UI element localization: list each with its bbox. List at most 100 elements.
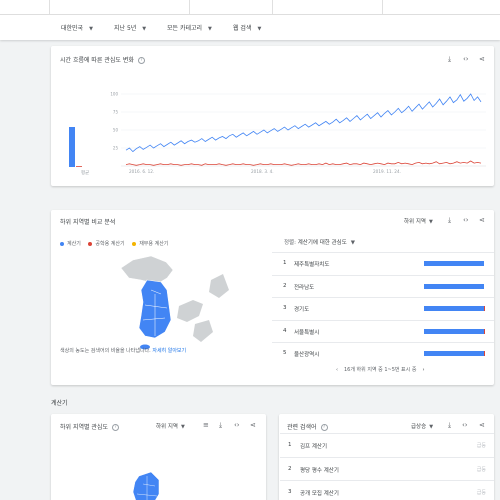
chevron-down-icon: ▼ — [181, 424, 185, 430]
region-name: 전라남도 — [294, 284, 315, 291]
legend-item: 재무용 계산기 — [132, 241, 168, 247]
period-filter[interactable]: 지난 5년 ▼ — [114, 23, 146, 32]
embed-icon[interactable]: ‹› — [234, 421, 240, 429]
list-item[interactable]: 2 평당 평수 계산기 급등 — [280, 456, 494, 482]
table-row[interactable]: 4 서울특별시 — [272, 319, 494, 342]
rank-number: 5 — [283, 350, 287, 356]
top-cell — [273, 0, 383, 15]
region-name: 경기도 — [294, 307, 310, 313]
rank-number: 2 — [288, 465, 292, 472]
help-icon[interactable]: ? — [111, 424, 119, 431]
average-label: 평균 — [81, 169, 89, 176]
subregion-interest-card: 하위 지역별 관심도? 하위 지역 ▼ ≡ ⤓ ‹› ⋖ — [51, 414, 266, 500]
related-dropdown[interactable]: 급상승 ▼ — [411, 422, 433, 430]
query-name: 평당 평수 계산기 — [300, 467, 339, 474]
query-value: 급등 — [476, 466, 486, 473]
search-type-filter[interactable]: 웹 검색 ▼ — [233, 23, 261, 32]
share-icon[interactable]: ⋖ — [250, 421, 256, 429]
embed-icon[interactable]: ‹› — [462, 421, 468, 429]
table-row[interactable]: 1 제주특별자치도 — [272, 252, 494, 274]
card-title: 관련 검색어? — [287, 422, 328, 431]
pagination: ‹ 16개 하위 지역 중 1~5번 표시 중 › — [336, 367, 425, 373]
interest-bar — [424, 306, 484, 311]
rank-number: 1 — [288, 442, 292, 448]
table-row[interactable]: 5 울산광역시 — [272, 342, 494, 364]
map-note: 색상의 농도는 검색어의 비율을 나타냅니다. 자세히 알아보기 — [60, 348, 187, 354]
share-icon[interactable]: ⋖ — [479, 216, 485, 224]
query-name: 김프 계산기 — [300, 444, 328, 450]
region-name: 제주특별자치도 — [294, 262, 330, 268]
interest-bar — [424, 261, 484, 266]
help-icon[interactable]: ? — [320, 424, 328, 431]
interest-over-time-card: 시간 흐름에 따른 관심도 변화? ⤓ ‹› ⋖ 평균 25 50 75 100 20… — [51, 46, 494, 186]
x-tick-labels: 2016. 6. 12. 2018. 3. 4. 2019. 11. 24. — [129, 169, 401, 174]
y-tick-label: 75 — [113, 110, 119, 115]
table-row[interactable]: 2 전라남도 — [272, 274, 494, 297]
subregion-dropdown[interactable]: 하위 지역 ▼ — [404, 217, 433, 225]
series-line-1 — [125, 160, 482, 166]
download-icon[interactable]: ⤓ — [448, 421, 451, 429]
subregion-dropdown[interactable]: 하위 지역 ▼ — [156, 422, 185, 430]
top-cell — [0, 0, 50, 15]
interest-chart: 평균 25 50 75 100 2016. 6. 12. 2018. 3. 4. 2019… — [69, 92, 486, 176]
list-item[interactable]: 3 공개 모집 계산기 급등 — [280, 480, 494, 500]
top-cell — [190, 0, 273, 15]
chevron-down-icon: ▼ — [89, 26, 93, 32]
query-name: 공개 모집 계산기 — [300, 491, 339, 497]
learn-more-link[interactable]: 자세히 알아보기 — [152, 348, 186, 354]
legend-item: 공학용 계산기 — [88, 241, 125, 247]
table-row[interactable]: 3 경기도 — [272, 297, 494, 319]
interest-bar — [424, 351, 484, 356]
chevron-down-icon: ▼ — [350, 240, 356, 246]
average-bar — [69, 127, 75, 167]
legend-dot — [132, 241, 137, 246]
share-icon[interactable]: ⋖ — [479, 421, 485, 429]
chevron-down-icon: ▼ — [257, 26, 262, 32]
interest-bar — [424, 328, 484, 334]
filter-bar: 대한민국 ▼ 지난 5년 ▼ 모든 카테고리 ▼ 웹 검색 ▼ — [0, 15, 500, 40]
y-tick-label: 25 — [113, 146, 119, 151]
list-item[interactable]: 1 김프 계산기 급등 — [280, 433, 494, 458]
rank-number: 2 — [283, 282, 287, 289]
x-tick-label: 2019. 11. 24. — [373, 169, 401, 174]
download-icon[interactable]: ⤓ — [219, 421, 222, 429]
legend-dot — [60, 241, 64, 246]
legend-dot — [88, 241, 93, 246]
sort-control[interactable]: 정렬: 계산기에 대한 관심도 ▼ — [284, 238, 355, 246]
embed-icon[interactable]: ‹› — [463, 216, 469, 224]
series-line-0 — [125, 93, 482, 153]
category-filter[interactable]: 모든 카테고리 ▼ — [167, 23, 212, 32]
region-name: 울산광역시 — [294, 352, 320, 358]
x-tick-label: 2016. 6. 12. — [129, 169, 154, 174]
download-icon[interactable]: ⤓ — [448, 216, 451, 224]
query-value: 급등 — [476, 443, 486, 449]
average-bars — [69, 127, 82, 167]
card-title: 하위 지역별 비교 분석 — [60, 219, 116, 226]
region-filter[interactable]: 대한민국 ▼ — [61, 23, 93, 32]
japan-region — [177, 300, 203, 322]
query-value: 급등 — [476, 490, 486, 496]
y-tick-labels: 25 50 75 100 — [110, 92, 118, 151]
top-bar — [0, 0, 500, 15]
top-cell — [50, 0, 190, 15]
japan-region — [193, 320, 213, 342]
secondary-bar — [484, 328, 485, 334]
chevron-down-icon: ▼ — [142, 26, 147, 32]
chart-lines — [125, 93, 482, 166]
list-icon[interactable]: ≡ — [203, 421, 209, 429]
rank-number: 1 — [283, 260, 287, 266]
korea-map — [132, 471, 160, 500]
interest-bar — [424, 283, 484, 289]
rank-number: 3 — [283, 305, 287, 311]
rank-number: 4 — [283, 327, 287, 334]
y-tick-label: 50 — [113, 128, 119, 133]
prev-page-icon[interactable]: ‹ — [336, 367, 338, 373]
next-page-icon[interactable]: › — [422, 367, 424, 373]
chevron-down-icon: ▼ — [429, 424, 434, 430]
chevron-down-icon: ▼ — [208, 26, 212, 32]
section-label: 계산기 — [51, 400, 68, 407]
japan-region — [209, 274, 229, 298]
secondary-bar — [484, 306, 485, 311]
korea-map — [120, 255, 229, 350]
region-name: 서울특별시 — [294, 329, 320, 336]
